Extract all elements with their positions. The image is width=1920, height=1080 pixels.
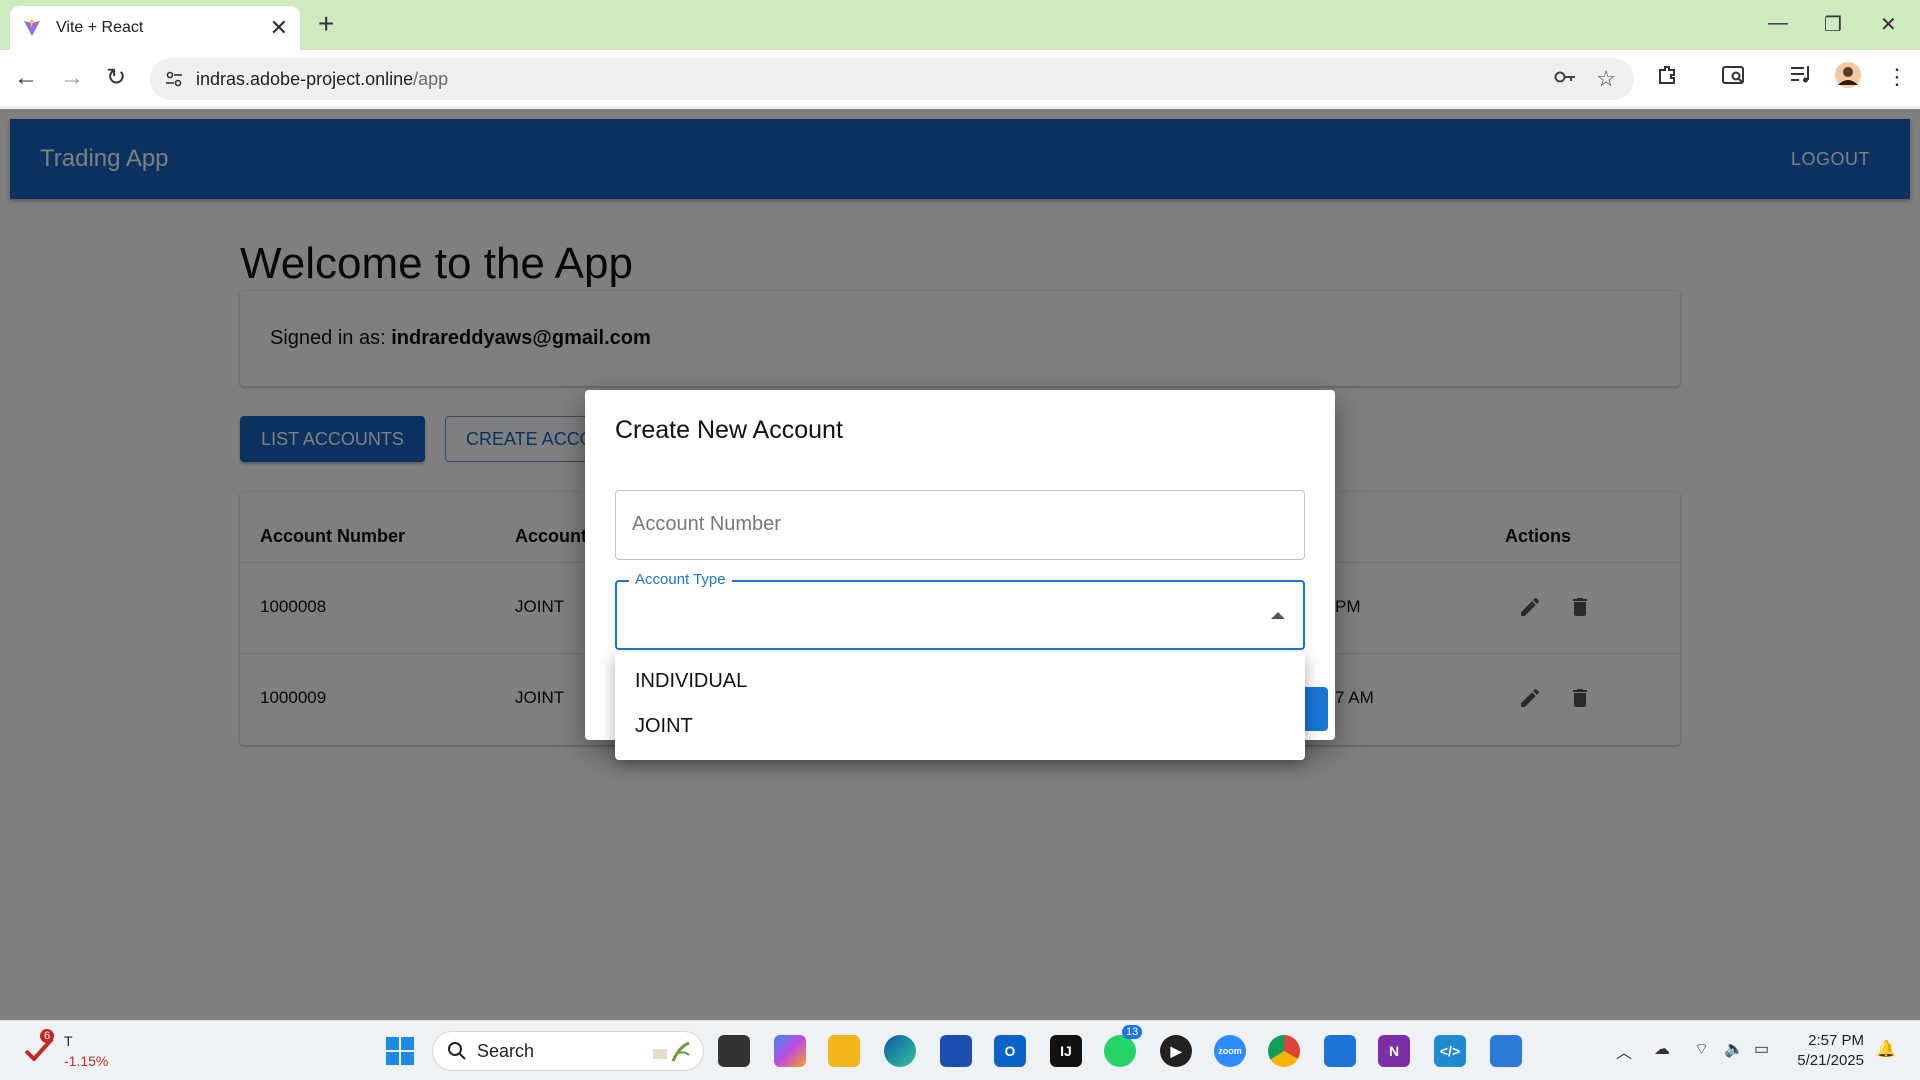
tray-chevron-icon[interactable]: ︿ bbox=[1616, 1039, 1632, 1063]
profile-avatar[interactable] bbox=[1834, 61, 1862, 89]
minimize-icon[interactable]: — bbox=[1768, 12, 1788, 35]
battery-icon[interactable]: ▭ bbox=[1754, 1039, 1769, 1059]
task-view-icon[interactable] bbox=[718, 1035, 750, 1067]
whatsapp-icon[interactable] bbox=[1104, 1035, 1136, 1067]
chrome-icon[interactable] bbox=[1268, 1035, 1300, 1067]
account-number-field[interactable]: Account Number bbox=[615, 490, 1305, 560]
browser-tab-strip: Vite + React ✕ + — ❐ ✕ bbox=[0, 0, 1920, 50]
tab-close-icon[interactable]: ✕ bbox=[270, 17, 288, 39]
dialog-submit-button[interactable] bbox=[1305, 687, 1328, 731]
new-tab-icon[interactable]: + bbox=[318, 10, 334, 38]
outlook-icon[interactable]: O bbox=[994, 1035, 1026, 1067]
site-settings-icon[interactable] bbox=[164, 69, 184, 89]
notepad-icon[interactable] bbox=[1324, 1035, 1356, 1067]
clock-time: 2:57 PM bbox=[1808, 1032, 1864, 1049]
account-type-label: Account Type bbox=[629, 571, 732, 588]
intellij-icon[interactable]: IJ bbox=[1050, 1035, 1082, 1067]
media-control-icon[interactable] bbox=[1790, 64, 1812, 84]
windows-taskbar: 6 T -1.15% Search O IJ 13 ▶ zoom N </> ︿… bbox=[0, 1020, 1920, 1080]
taskbar-clock[interactable]: 2:57 PM 5/21/2025 bbox=[1797, 1031, 1864, 1071]
caret-up-icon bbox=[1271, 612, 1285, 619]
account-type-menu: INDIVIDUAL JOINT bbox=[615, 652, 1305, 760]
menu-item-joint[interactable]: JOINT bbox=[635, 715, 693, 738]
reload-icon[interactable]: ↻ bbox=[106, 64, 126, 92]
restore-icon[interactable]: ❐ bbox=[1824, 12, 1842, 37]
search-label: Search bbox=[477, 1040, 535, 1061]
clock-date: 5/21/2025 bbox=[1797, 1052, 1864, 1069]
window-close-icon[interactable]: ✕ bbox=[1880, 12, 1897, 37]
edge-icon[interactable] bbox=[884, 1035, 916, 1067]
onenote-icon[interactable]: N bbox=[1378, 1035, 1410, 1067]
search-highlight-icon bbox=[649, 1039, 693, 1063]
url-host: indras.adobe-project.online bbox=[196, 68, 414, 89]
tab-search-icon[interactable] bbox=[1722, 64, 1746, 86]
password-key-icon[interactable] bbox=[1554, 70, 1576, 89]
photos-icon[interactable] bbox=[1490, 1035, 1522, 1067]
vscode-icon[interactable]: </> bbox=[1434, 1035, 1466, 1067]
zoom-icon[interactable]: zoom bbox=[1214, 1035, 1246, 1067]
account-type-select[interactable]: Account Type bbox=[615, 571, 1305, 650]
search-icon bbox=[447, 1041, 467, 1061]
extensions-icon[interactable] bbox=[1656, 64, 1678, 86]
browser-toolbar: ← → ↻ indras.adobe-project.online/app ☆ … bbox=[0, 50, 1920, 108]
account-number-placeholder: Account Number bbox=[632, 513, 781, 535]
bookmark-star-icon[interactable]: ☆ bbox=[1596, 66, 1616, 92]
vite-favicon-icon bbox=[22, 18, 42, 38]
volume-icon[interactable]: 🔈 bbox=[1724, 1039, 1744, 1059]
stock-symbol: T bbox=[64, 1033, 73, 1049]
file-explorer-icon[interactable] bbox=[828, 1035, 860, 1067]
back-icon[interactable]: ← bbox=[14, 64, 38, 92]
notifications-icon[interactable]: 🔔 bbox=[1876, 1039, 1896, 1059]
onedrive-icon[interactable]: ☁ bbox=[1654, 1039, 1670, 1059]
stock-badge: 6 bbox=[40, 1029, 55, 1043]
url-path: /app bbox=[413, 68, 449, 89]
whatsapp-badge: 13 bbox=[1122, 1025, 1143, 1039]
windows-start-icon[interactable] bbox=[384, 1035, 416, 1067]
browser-tab[interactable]: Vite + React ✕ bbox=[10, 6, 300, 50]
taskbar-search[interactable]: Search bbox=[432, 1031, 704, 1071]
url-text: indras.adobe-project.online/app bbox=[196, 69, 448, 90]
media-player-icon[interactable]: ▶ bbox=[1160, 1035, 1192, 1067]
dialog-title: Create New Account bbox=[615, 416, 843, 444]
forward-icon[interactable]: → bbox=[60, 64, 84, 92]
menu-item-individual[interactable]: INDIVIDUAL bbox=[635, 670, 747, 693]
wifi-icon[interactable]: ⌔ bbox=[1694, 1039, 1709, 1059]
browser-menu-icon[interactable]: ⋮ bbox=[1886, 64, 1908, 90]
tab-title: Vite + React bbox=[56, 19, 144, 36]
copilot-icon[interactable] bbox=[774, 1035, 806, 1067]
address-bar[interactable]: indras.adobe-project.online/app ☆ bbox=[150, 58, 1634, 100]
store-icon[interactable] bbox=[940, 1035, 972, 1067]
stock-change: -1.15% bbox=[64, 1053, 109, 1069]
